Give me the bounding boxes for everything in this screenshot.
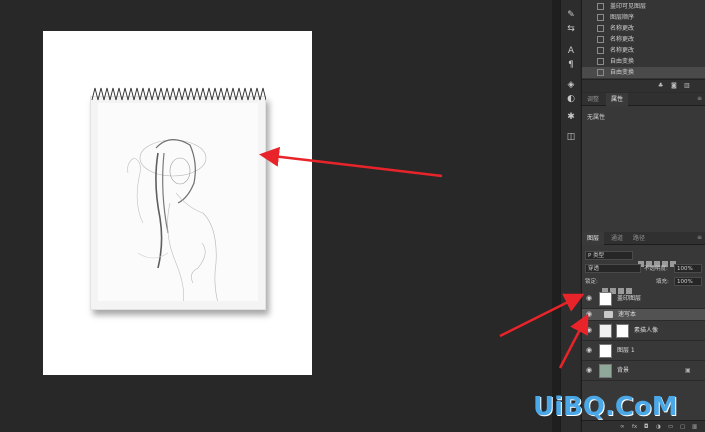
tab-layers[interactable]: 图层 [582,232,605,245]
layer-name: 速写本 [618,311,637,318]
history-item-current[interactable]: 自由变换 [582,67,705,78]
lock-label: 锁定: [585,279,598,285]
right-panel: 盖印可见图层 图层顺序 名称更改 名称更改 名称更改 自由变换 自由变换 ♣ ◙… [581,0,705,432]
history-step-icon [597,14,604,21]
history-item[interactable]: 名称更改 [582,34,705,45]
panel-dock-gutter [552,0,560,432]
gear-icon[interactable]: ✱ [564,110,578,124]
layers-tabbar: 图层 通道 路径 ≡ [582,232,705,245]
snapshot-camera-icon[interactable]: ◙ [671,83,677,89]
pencil-sketch-drawing [127,139,218,301]
mask-icon[interactable]: ◘ [644,424,650,430]
blend-mode-select[interactable]: 穿透 [585,264,641,273]
visibility-eye-icon[interactable]: ◉ [586,327,594,334]
properties-panel: 无属性 [582,106,705,232]
panel-menu-icon[interactable]: ≡ [697,96,703,102]
history-footer: ♣ ◙ ▥ [582,79,705,92]
adjustment-layer-icon[interactable]: ◑ [656,424,662,430]
fill-label: 填充: [656,279,669,285]
history-step-icon [597,69,604,76]
tab-adjustments[interactable]: 调整 [582,93,604,106]
history-step-icon [597,58,604,65]
layer-filter-select[interactable]: P 类型 [585,251,633,260]
character-icon[interactable]: A [564,44,578,58]
history-step-icon [597,36,604,43]
layer-row[interactable]: ◉ 图层 1 [582,341,705,361]
history-panel: 盖印可见图层 图层顺序 名称更改 名称更改 名称更改 自由变换 自由变换 ♣ ◙… [582,0,705,92]
folder-icon [604,311,613,318]
clone-source-icon[interactable]: ◈ [564,78,578,92]
visibility-eye-icon[interactable]: ◉ [586,295,594,302]
brush-icon[interactable]: ✎ [564,8,578,22]
layer-thumbnail [599,344,612,358]
collapsed-panel-icons: ✎ ⇆ A ¶ ◈ ◐ ✱ ◫ [560,0,580,432]
sketchbook-image [90,96,266,310]
history-step-icon [597,3,604,10]
opacity-label: 不透明度: [644,266,668,272]
opacity-input[interactable]: 100% [674,264,702,273]
tab-properties[interactable]: 属性 [606,93,629,106]
tab-channels[interactable]: 通道 [606,232,628,245]
history-step-icon [597,25,604,32]
site-watermark: UiBQ.CoM [533,392,678,422]
history-item[interactable]: 名称更改 [582,45,705,56]
swap-icon[interactable]: ⇆ [564,22,578,36]
tab-paths[interactable]: 路径 [628,232,650,245]
fx-icon[interactable]: fx [632,424,638,430]
layer-row[interactable]: ◉ 盖印图层 [582,289,705,309]
lock-icon: ▣ [685,367,691,374]
history-step-icon [597,47,604,54]
paragraph-icon[interactable]: ¶ [564,58,578,72]
new-document-from-state-icon[interactable]: ♣ [658,83,664,89]
panel-menu-icon[interactable]: ≡ [697,235,703,241]
history-item[interactable]: 图层顺序 [582,12,705,23]
history-item[interactable]: 盖印可见图层 [582,1,705,12]
layer-name: 背景 [617,367,630,374]
layer-name: 图层 1 [617,347,635,354]
adjustment-icon[interactable]: ◐ [564,92,578,106]
new-layer-icon[interactable]: ▢ [680,424,686,430]
layer-mask-thumbnail [616,324,629,338]
layer-row[interactable]: ◉ 背景 ▣ [582,361,705,381]
fill-input[interactable]: 100% [674,277,702,286]
layer-row-selected[interactable]: ◉ 速写本 [582,309,705,321]
photoshop-window: ✎ ⇆ A ¶ ◈ ◐ ✱ ◫ 盖印可见图层 图层顺序 名称更改 名称更改 名称… [0,0,705,432]
history-item[interactable]: 名称更改 [582,23,705,34]
layer-thumbnail [599,292,612,306]
notebook-spiral-binding [91,87,266,101]
layer-name: 素描人像 [634,327,659,334]
sketch-portrait [98,103,258,301]
cube-icon[interactable]: ◫ [564,130,578,144]
trash-icon[interactable]: ▥ [684,83,690,89]
visibility-eye-icon[interactable]: ◉ [586,367,594,374]
trash-icon[interactable]: ▥ [692,424,698,430]
no-properties-text: 无属性 [587,114,606,121]
layer-name: 盖印图层 [617,295,642,302]
history-item[interactable]: 自由变换 [582,56,705,67]
layer-row[interactable]: ◉ 素描人像 [582,321,705,341]
properties-tabbar: 调整 属性 ≡ [582,93,705,106]
layer-thumbnail [599,364,612,378]
layer-thumbnail [599,324,612,338]
new-group-icon[interactable]: ▭ [668,424,674,430]
visibility-eye-icon[interactable]: ◉ [586,311,594,318]
link-icon[interactable]: ∞ [620,424,626,430]
visibility-eye-icon[interactable]: ◉ [586,347,594,354]
